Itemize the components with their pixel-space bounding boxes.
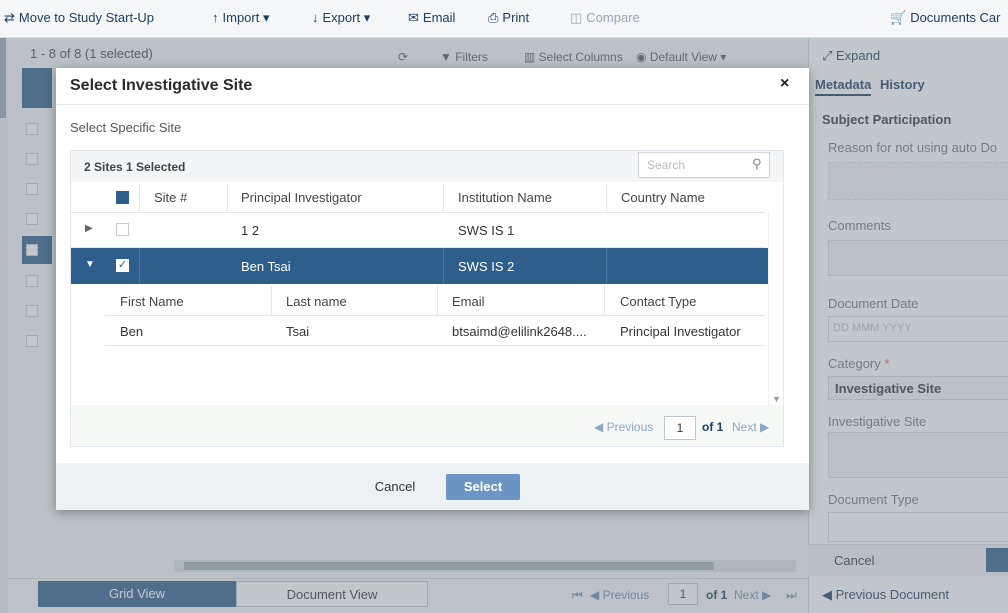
modal-page-total: of 1 xyxy=(702,420,724,434)
close-icon[interactable]: × xyxy=(780,75,789,93)
modal-footer xyxy=(56,463,809,510)
print-button[interactable]: ⎙ Print xyxy=(488,10,529,26)
print-icon: ⎙ xyxy=(488,10,499,25)
column-contact-type: Contact Type xyxy=(620,294,697,309)
cell-email: btsaimd@elilink2648.... xyxy=(452,324,587,339)
select-all-sites-checkbox[interactable] xyxy=(116,191,129,204)
cart-icon: 🛒 xyxy=(890,10,907,25)
modal-next-button[interactable]: Next ▶ xyxy=(732,420,769,434)
modal-title: Select Investigative Site xyxy=(70,77,253,94)
export-icon: ↓ xyxy=(312,10,319,25)
cell-institution-name: SWS IS 2 xyxy=(458,259,515,274)
col-divider xyxy=(606,248,607,284)
column-site-number[interactable]: Site # xyxy=(154,190,187,205)
email-button[interactable]: ✉ Email xyxy=(408,10,455,26)
move-icon: ⇄ xyxy=(4,10,15,25)
select-button[interactable]: Select xyxy=(446,474,520,500)
email-icon: ✉ xyxy=(408,10,419,25)
move-to-study-button[interactable]: ⇄ Move to Study Start-Up xyxy=(4,10,154,26)
row-checkbox-checked[interactable]: ✓ xyxy=(116,259,129,272)
column-principal-investigator[interactable]: Principal Investigator xyxy=(241,190,362,205)
grid-scrollbar[interactable] xyxy=(768,212,782,406)
export-button[interactable]: ↓ Export ▾ xyxy=(312,10,370,26)
import-icon: ↑ xyxy=(212,10,219,25)
column-institution-name[interactable]: Institution Name xyxy=(458,190,552,205)
cell-principal-investigator: 1 2 xyxy=(241,223,260,238)
cell-first-name: Ben xyxy=(120,324,144,339)
cell-contact-type: Principal Investigator xyxy=(620,324,741,339)
expand-row-icon[interactable]: ▶ xyxy=(85,223,93,234)
column-first-name: First Name xyxy=(120,294,184,309)
cell-principal-investigator: Ben Tsai xyxy=(241,259,291,274)
scroll-down-icon[interactable]: ▼ xyxy=(772,394,781,404)
cell-last-name: Tsai xyxy=(286,324,310,339)
table-row[interactable] xyxy=(71,212,765,248)
search-icon[interactable]: ⚲ xyxy=(752,156,762,172)
row-checkbox[interactable] xyxy=(116,223,129,236)
compare-button[interactable]: ◫ Compare xyxy=(570,10,640,26)
modal-divider xyxy=(56,104,809,105)
column-email: Email xyxy=(452,294,485,309)
cancel-button[interactable]: Cancel xyxy=(358,474,432,500)
documents-cart-button[interactable]: 🛒 Documents Car xyxy=(890,10,1001,26)
column-last-name: Last name xyxy=(286,294,347,309)
column-country-name[interactable]: Country Name xyxy=(621,190,705,205)
cell-institution-name: SWS IS 1 xyxy=(458,223,515,238)
modal-page-input[interactable]: 1 xyxy=(664,416,696,440)
col-divider xyxy=(443,248,444,284)
search-input[interactable]: Search xyxy=(638,152,770,178)
import-button[interactable]: ↑ Import ▾ xyxy=(212,10,269,26)
col-divider xyxy=(139,248,140,284)
select-specific-site-label: Select Specific Site xyxy=(70,120,182,135)
sites-count: 2 Sites 1 Selected xyxy=(84,160,186,174)
toolbar: ⇄ Move to Study Start-Up ↑ Import ▾ ↓ Expor… xyxy=(0,0,1008,38)
compare-icon: ◫ xyxy=(570,10,583,25)
table-row-selected[interactable] xyxy=(71,248,768,284)
modal-previous-button[interactable]: ◀ Previous xyxy=(594,420,653,434)
collapse-row-icon[interactable]: ▼ xyxy=(85,259,95,270)
